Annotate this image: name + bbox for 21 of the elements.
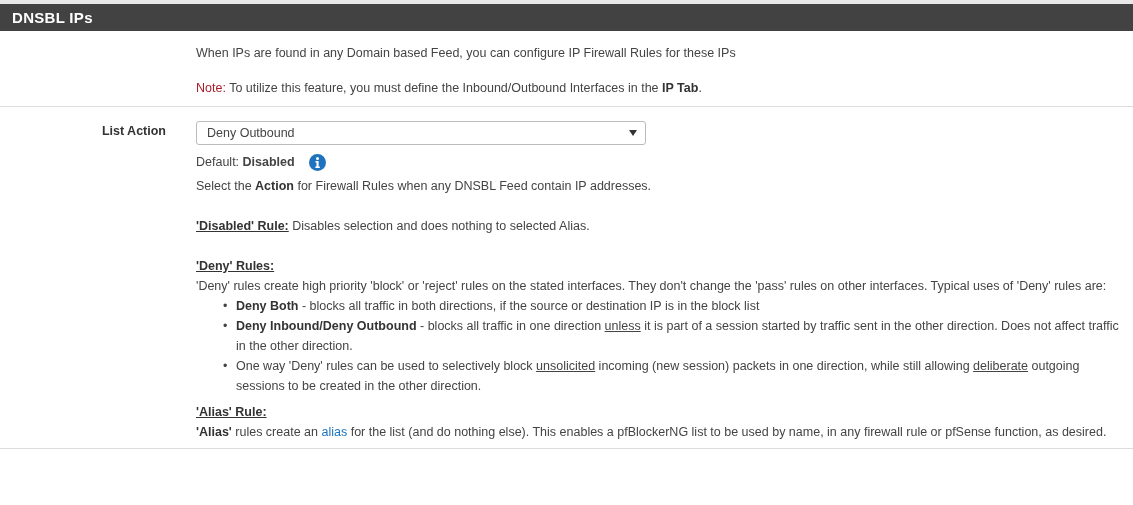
- field-label: List Action: [100, 123, 166, 140]
- bullet-item: One way 'Deny' rules can be used to selectively block unsolicited incoming (new session) packets in one direction, while still allowing deliberate outgoing sessions to be created in the other direction.: [236, 358, 1081, 395]
- intro-text: When IPs are found in any Domain based Feed, you can configure IP Firewall Rules for these IPs: [196, 45, 737, 62]
- help-heading: 'Deny' Rules:: [196, 258, 276, 275]
- bullet-item: Deny Both - blocks all traffic in both directions, if the source or destination IP is in the block list: [236, 298, 761, 315]
- help-paragraph: 'Disabled' Rule: Disables selection and does nothing to selected Alias.: [196, 218, 591, 235]
- bullet-marker: •: [223, 358, 229, 375]
- bullet-marker: •: [223, 298, 229, 315]
- alias-link[interactable]: alias: [321, 425, 348, 439]
- panel-title: DNSBL IPs: [12, 9, 93, 26]
- caret-icon: [629, 130, 637, 136]
- help-paragraph: 'Deny' rules create high priority 'block' or 'reject' rules on the stated interfaces. They don't change the 'pass' rules on other interfaces. Typical uses of 'Deny' rules are:: [196, 278, 1108, 295]
- bullet-marker: •: [223, 318, 229, 335]
- intro-text: Note: To utilize this feature, you must define the Inbound/Outbound Interfaces in the IP Tab.: [196, 80, 703, 97]
- help-paragraph: 'Alias' rules create an alias for the list (and do nothing else). This enables a pfBlockerNG list to be used by name, in any firewall rule or pfSense function, as desired.: [196, 424, 1108, 441]
- info-icon[interactable]: [308, 153, 326, 171]
- list-action-select[interactable]: Deny Outbound: [196, 121, 646, 145]
- help-paragraph: Select the Action for Firewall Rules when any DNSBL Feed contain IP addresses.: [196, 178, 653, 195]
- help-heading: 'Alias' Rule:: [196, 404, 268, 421]
- default-text: Default: Disabled: [196, 154, 295, 171]
- bullet-item: Deny Inbound/Deny Outbound - blocks all traffic in one direction unless it is part of a session started by traffic sent in the other direction. Does not affect traffic in the other direction.: [236, 318, 1120, 355]
